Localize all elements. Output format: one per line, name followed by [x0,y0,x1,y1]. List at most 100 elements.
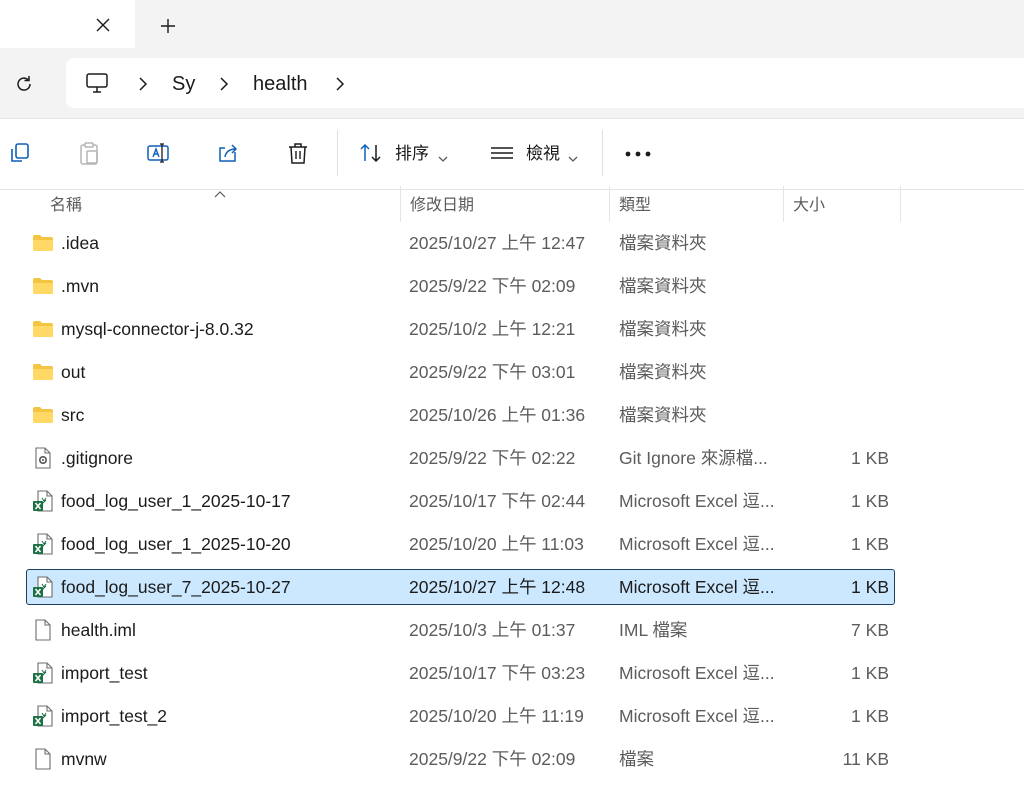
share-icon [219,144,238,162]
excel-file-icon [32,576,54,598]
column-header-name[interactable]: 名稱 [50,186,82,224]
file-name: import_test [61,663,148,683]
file-icon [32,748,54,770]
toolbar-divider [602,130,603,176]
file-name: src [61,405,85,425]
file-name: food_log_user_7_2025-10-27 [61,577,291,597]
breadcrumb-item-health[interactable]: health [253,71,308,97]
file-name: food_log_user_1_2025-10-17 [61,491,291,511]
file-size: 1 KB [851,448,889,468]
excel-file-icon [32,705,54,727]
view-label: 檢視 [526,144,560,164]
file-modified-date: 2025/10/20 上午 11:03 [409,534,584,554]
column-divider[interactable] [609,186,610,222]
file-name: food_log_user_1_2025-10-20 [61,534,291,554]
share-button[interactable] [212,137,244,169]
file-icon [32,619,54,641]
chevron-down-icon [568,148,578,167]
folder-icon [32,275,54,297]
delete-button[interactable] [282,137,314,169]
excel-file-icon [32,490,54,512]
file-modified-date: 2025/10/27 上午 12:48 [409,577,586,597]
rename-button[interactable] [142,137,174,169]
file-modified-date: 2025/9/22 下午 02:09 [409,276,576,296]
close-tab-button[interactable] [90,12,116,38]
folder-icon [32,404,54,426]
file-name: .idea [61,233,99,253]
file-name: mvnw [61,749,107,769]
file-type: Microsoft Excel 逗... [619,534,775,554]
column-header-size[interactable]: 大小 [793,186,825,224]
file-size: 11 KB [842,749,889,769]
file-type: IML 檔案 [619,620,688,640]
file-modified-date: 2025/10/3 上午 01:37 [409,620,576,640]
file-size: 1 KB [851,491,889,511]
sort-ascending-icon [214,183,226,202]
file-type: Microsoft Excel 逗... [619,663,775,683]
file-type: Microsoft Excel 逗... [619,706,775,726]
file-name: out [61,362,86,382]
folder-icon [32,318,54,340]
file-type: 檔案資料夾 [619,405,707,425]
file-size: 7 KB [851,620,889,640]
file-name: import_test_2 [61,706,168,726]
breadcrumb-item-sy[interactable]: Sy [172,71,195,97]
rename-icon [147,143,169,163]
column-divider[interactable] [900,186,901,222]
sort-icon [358,141,384,169]
column-divider[interactable] [400,186,401,222]
file-modified-date: 2025/10/17 下午 03:23 [409,663,586,683]
file-size: 1 KB [851,706,889,726]
file-name: .gitignore [61,448,133,468]
excel-file-icon [32,533,54,555]
file-type: 檔案資料夾 [619,362,707,382]
trash-icon [289,143,307,164]
computer-icon [86,73,108,93]
file-type: 檔案資料夾 [619,233,707,253]
toolbar-divider [337,130,338,176]
new-tab-button[interactable] [154,12,182,40]
file-type: 檔案資料夾 [619,319,707,339]
refresh-button[interactable] [10,70,38,98]
chevron-down-icon [438,148,448,167]
paste-button[interactable] [73,137,105,169]
file-modified-date: 2025/10/20 上午 11:19 [409,706,584,726]
folder-icon [32,232,54,254]
more-icon [625,151,651,157]
file-modified-date: 2025/10/27 上午 12:47 [409,233,586,253]
breadcrumb-chevron-icon[interactable] [134,72,152,96]
file-size: 1 KB [851,663,889,683]
excel-file-icon [32,662,54,684]
sort-label: 排序 [395,144,429,164]
column-header-modified[interactable]: 修改日期 [410,186,474,224]
copy-icon [11,143,29,162]
file-size: 1 KB [851,534,889,554]
plus-icon [161,19,175,33]
view-list-icon [489,143,515,169]
file-modified-date: 2025/9/22 下午 03:01 [409,362,576,382]
file-type: 檔案 [619,749,654,769]
file-modified-date: 2025/9/22 下午 02:22 [409,448,576,468]
refresh-icon [17,76,31,91]
file-modified-date: 2025/10/2 上午 12:21 [409,319,576,339]
file-size: 1 KB [851,577,889,597]
file-modified-date: 2025/9/22 下午 02:09 [409,749,576,769]
column-divider[interactable] [783,186,784,222]
more-options-button[interactable] [620,140,656,168]
file-type: 檔案資料夾 [619,276,707,296]
close-icon [96,18,110,32]
file-type: Microsoft Excel 逗... [619,577,775,597]
file-modified-date: 2025/10/17 下午 02:44 [409,491,586,511]
address-field[interactable] [66,58,1024,108]
column-header-type[interactable]: 類型 [619,186,651,224]
file-name: health.iml [61,620,136,640]
breadcrumb-chevron-icon[interactable] [215,72,233,96]
file-type: Microsoft Excel 逗... [619,491,775,511]
folder-icon [32,361,54,383]
paste-icon [80,142,98,165]
this-pc-button[interactable] [84,70,112,98]
copy-button[interactable] [3,137,35,169]
file-type: Git Ignore 來源檔... [619,448,768,468]
file-name: .mvn [61,276,99,296]
breadcrumb-chevron-icon[interactable] [331,72,349,96]
